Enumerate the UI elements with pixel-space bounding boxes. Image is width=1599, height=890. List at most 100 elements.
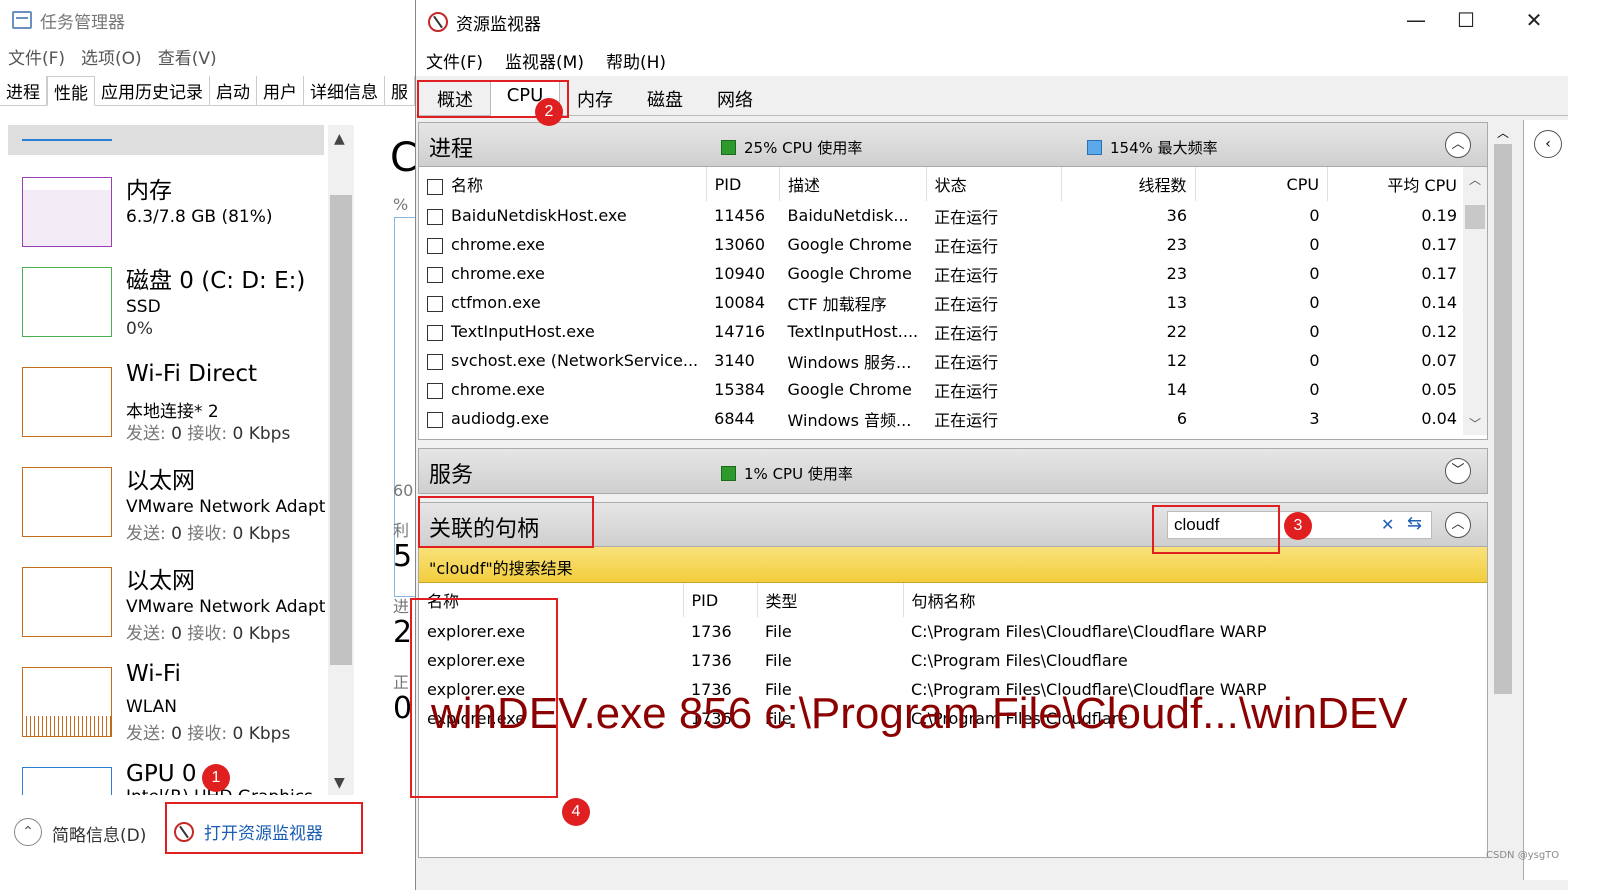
handle-pid: 1736 [691,651,732,670]
column-header-cpu[interactable]: CPU [1194,167,1328,201]
process-row[interactable]: audiodg.exe 6844 Windows 音频... 正在运行 6 3 0.04 [419,404,1465,433]
process-row[interactable]: TextInputHost.exe 14716 TextInputHost.... 正… [419,317,1465,346]
select-all-checkbox[interactable] [427,178,443,195]
tm-tab-details[interactable]: 详细信息 [304,76,385,106]
sidebar-item-wifi-direct[interactable]: Wi-Fi Direct 本地连接* 2 发送: 0 接收: 0 Kbps [8,357,328,447]
sidebar-item-wifi[interactable]: Wi-Fi WLAN 发送: 0 接收: 0 Kbps [8,657,328,747]
sidebar-scroll-thumb[interactable] [330,195,352,665]
processes-panel-header[interactable]: 进程 25% CPU 使用率 154% 最大频率 ︿ [419,123,1487,167]
sidebar-item-gpu[interactable]: GPU 0 Intel(R) UHD Graphics [8,757,328,795]
process-avg-cpu: 0.17 [1421,264,1457,283]
tab-memory[interactable]: 内存 [560,80,630,116]
tm-tab-processes[interactable]: 进程 [0,76,47,106]
collapse-chevron-up-icon[interactable]: ︿ [1445,132,1471,158]
process-status: 正在运行 [934,294,999,314]
column-header-pid[interactable]: PID [705,167,780,201]
column-header-threads[interactable]: 线程数 [1060,167,1195,201]
scroll-up-icon[interactable]: ︿ [1469,171,1481,188]
column-header-avg-cpu[interactable]: 平均 CPU [1327,167,1465,201]
column-header-description[interactable]: 描述 [779,167,927,201]
process-pid: 10940 [714,264,766,283]
process-checkbox[interactable] [427,237,443,254]
process-checkbox[interactable] [427,208,443,225]
detail-title-fragment: C [390,135,418,181]
process-row[interactable]: svchost.exe (NetworkService... 3140 Window… [419,346,1465,375]
process-row[interactable]: chrome.exe 15384 Google Chrome 正在运行 14 0 0.05 [419,375,1465,404]
handle-row[interactable]: explorer.exe 1736 File C:\Program Files\Clo… [419,646,1487,675]
ethernet-1-graph [22,467,112,537]
minimize-button[interactable]: — [1396,8,1436,36]
detail-processes-fragment: 进 [393,597,410,616]
process-checkbox[interactable] [427,411,443,428]
process-checkbox[interactable] [427,353,443,370]
tab-disk[interactable]: 磁盘 [630,80,700,116]
handles-column-type[interactable]: 类型 [756,583,903,617]
rm-menu-monitor[interactable]: 监视器(M) [505,48,584,73]
processes-table-header: 名称 PID 描述 状态 线程数 CPU 平均 CPU [419,167,1465,201]
tm-tab-users[interactable]: 用户 [257,76,304,106]
process-name-cell: BaiduNetdiskHost.exe [419,201,706,230]
send-label: 发送: [126,424,166,444]
process-pid: 10084 [714,293,766,312]
resource-monitor-scrollbar[interactable]: ︿ [1492,120,1514,880]
handles-column-handle-name[interactable]: 句柄名称 [902,583,1487,617]
process-threads: 23 [1166,235,1187,254]
process-row[interactable]: BaiduNetdiskHost.exe 11456 BaiduNetdisk...… [419,201,1465,230]
process-name: chrome.exe [451,235,545,254]
services-panel-header[interactable]: 服务 1% CPU 使用率 ﹀ [419,449,1487,493]
process-name-cell: chrome.exe [419,230,706,259]
process-avg-cpu: 0.05 [1421,380,1457,399]
scroll-down-icon[interactable]: ▼ [334,775,345,791]
process-name-cell: TextInputHost.exe [419,317,706,346]
process-threads: 14 [1166,380,1187,399]
process-row[interactable]: chrome.exe 13060 Google Chrome 正在运行 23 0 0.17 [419,230,1465,259]
maximize-button[interactable]: ☐ [1446,8,1486,36]
scroll-up-icon[interactable]: ▲ [334,131,345,147]
handles-column-pid[interactable]: PID [682,583,757,617]
rm-menu-file[interactable]: 文件(F) [426,48,483,73]
refresh-search-icon[interactable]: ⇆ [1407,513,1422,534]
process-checkbox[interactable] [427,266,443,283]
close-button[interactable]: ✕ [1514,8,1554,36]
chevron-up-icon[interactable]: ⌃ [14,818,42,846]
process-row[interactable]: chrome.exe 10940 Google Chrome 正在运行 23 0 0.17 [419,259,1465,288]
process-checkbox[interactable] [427,324,443,341]
tm-menu-options[interactable]: 选项(O) [81,44,142,69]
tm-tab-startup[interactable]: 启动 [210,76,257,106]
process-description: BaiduNetdisk... [787,206,909,225]
processes-scroll-thumb[interactable] [1465,205,1485,229]
scroll-down-icon[interactable]: ﹀ [1469,415,1481,432]
task-manager-icon [12,11,32,29]
column-header-name[interactable]: 名称 [419,167,706,201]
cpu-item-selected[interactable] [8,125,324,155]
disk-graph [22,267,112,337]
collapse-chevron-up-icon[interactable]: ︿ [1445,512,1471,538]
task-manager-window: 任务管理器 文件(F) 选项(O) 查看(V) 进程 性能 应用历史记录 启动 … [0,0,420,890]
tm-tab-services[interactable]: 服 [385,76,415,106]
process-checkbox[interactable] [427,295,443,312]
sidebar-item-ethernet-1[interactable]: 以太网 VMware Network Adapt 发送: 0 接收: 0 Kbp… [8,457,328,547]
expand-graphs-chevron-left-icon[interactable]: ‹ [1534,130,1562,158]
column-header-status[interactable]: 状态 [925,167,1062,201]
resource-monitor-scroll-thumb[interactable] [1494,144,1512,694]
fewer-details-button[interactable]: 简略信息(D) [52,821,146,846]
resource-monitor-titlebar: 资源监视器 — ☐ ✕ [416,0,1568,44]
clear-search-icon[interactable]: ✕ [1381,515,1394,534]
tm-menu-view[interactable]: 查看(V) [158,44,217,69]
handle-row[interactable]: explorer.exe 1736 File C:\Program Files\Clo… [419,617,1487,646]
handle-name: C:\Program Files\Cloudflare\Cloudflare W… [911,622,1267,641]
tm-menu-file[interactable]: 文件(F) [8,44,65,69]
sidebar-item-ethernet-2[interactable]: 以太网 VMware Network Adapt 发送: 0 接收: 0 Kbp… [8,557,328,647]
processes-scrollbar[interactable]: ︿ ﹀ [1463,167,1487,435]
scroll-up-icon[interactable]: ︿ [1497,124,1509,141]
rm-menu-help[interactable]: 帮助(H) [606,48,666,73]
sidebar-item-disk[interactable]: 磁盘 0 (C: D: E:) SSD 0% [8,257,328,347]
process-row[interactable]: ctfmon.exe 10084 CTF 加载程序 正在运行 13 0 0.14 [419,288,1465,317]
tm-tab-performance[interactable]: 性能 [47,76,95,106]
tab-network[interactable]: 网络 [700,80,770,116]
sidebar-scrollbar[interactable]: ▲ ▼ [328,125,354,795]
expand-chevron-down-icon[interactable]: ﹀ [1445,458,1471,484]
process-checkbox[interactable] [427,382,443,399]
tm-tab-app-history[interactable]: 应用历史记录 [95,76,210,106]
sidebar-item-memory[interactable]: 内存 6.3/7.8 GB (81%) [8,167,328,257]
